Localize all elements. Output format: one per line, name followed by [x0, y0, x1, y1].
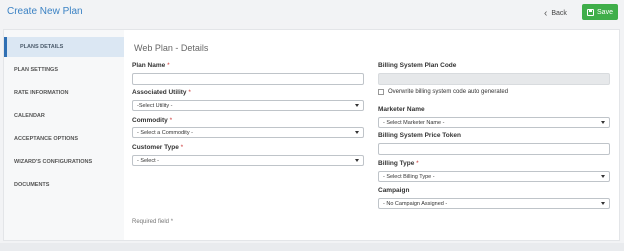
campaign-value: - No Campaign Assigned -	[383, 200, 448, 207]
marketer-name-label: Marketer Name	[378, 106, 425, 113]
required-field-note: Required field *	[132, 219, 174, 225]
caret-down-icon	[601, 202, 605, 205]
required-mark: *	[167, 62, 170, 69]
sidebar-item-plans-details[interactable]: PLANS DETAILS	[4, 37, 124, 57]
plan-form-card: PLANS DETAILS PLAN SETTINGS RATE INFORMA…	[3, 29, 620, 241]
billing-type-label-text: Billing Type	[378, 160, 415, 167]
sidebar-item-rate-information[interactable]: RATE INFORMATION	[4, 83, 124, 103]
customer-type-label: Customer Type *	[132, 144, 183, 151]
price-token-label: Billing System Price Token	[378, 132, 461, 139]
sidebar-item-label: RATE INFORMATION	[14, 90, 69, 96]
page-title: Create New Plan	[7, 6, 83, 17]
save-disk-icon	[587, 8, 595, 16]
overwrite-code-checkbox[interactable]	[378, 89, 384, 95]
plan-name-label-text: Plan Name	[132, 62, 166, 69]
sidebar-item-wizards-configurations[interactable]: WIZARD'S CONFIGURATIONS	[4, 152, 124, 172]
associated-utility-label-text: Associated Utility	[132, 89, 187, 96]
sidebar-item-label: CALENDAR	[14, 113, 45, 119]
sidebar-item-label: PLANS DETAILS	[20, 44, 64, 50]
plan-name-label: Plan Name *	[132, 62, 170, 69]
sidebar-item-acceptance-options[interactable]: ACCEPTANCE OPTIONS	[4, 129, 124, 149]
sidebar-item-label: PLAN SETTINGS	[14, 67, 59, 73]
sidebar-item-calendar[interactable]: CALENDAR	[4, 106, 124, 126]
associated-utility-select[interactable]: -Select Utility -	[132, 100, 364, 111]
commodity-value: - Select a Commodity -	[137, 129, 193, 136]
back-label: Back	[551, 10, 567, 17]
save-button[interactable]: Save	[582, 4, 618, 20]
associated-utility-value: -Select Utility -	[137, 102, 173, 109]
billing-type-label: Billing Type *	[378, 160, 419, 167]
required-mark: *	[180, 144, 184, 151]
required-mark: *	[169, 117, 173, 124]
customer-type-label-text: Customer Type	[132, 144, 179, 151]
form-content: Web Plan - Details Plan Name * Associate…	[124, 30, 619, 240]
caret-down-icon	[355, 104, 359, 107]
commodity-label: Commodity *	[132, 117, 172, 124]
bottom-strip	[0, 243, 624, 251]
commodity-select[interactable]: - Select a Commodity -	[132, 127, 364, 138]
campaign-label: Campaign	[378, 187, 410, 194]
caret-down-icon	[601, 175, 605, 178]
billing-plan-code-label: Billing System Plan Code	[378, 62, 457, 69]
save-label: Save	[597, 8, 613, 16]
sidebar-item-plan-settings[interactable]: PLAN SETTINGS	[4, 60, 124, 80]
customer-type-value: - Select -	[137, 157, 160, 164]
billing-type-select[interactable]: - Select Billing Type -	[378, 171, 610, 182]
associated-utility-label: Associated Utility *	[132, 89, 191, 96]
billing-plan-code-input	[378, 73, 610, 85]
back-button[interactable]: ‹ Back	[544, 6, 567, 21]
caret-down-icon	[355, 159, 359, 162]
chevron-left-icon: ‹	[544, 7, 548, 19]
marketer-name-select[interactable]: - Select Marketer Name -	[378, 117, 610, 128]
customer-type-select[interactable]: - Select -	[132, 155, 364, 166]
required-mark: *	[188, 89, 191, 96]
sidebar-item-label: WIZARD'S CONFIGURATIONS	[14, 159, 93, 165]
section-title: Web Plan - Details	[134, 43, 209, 53]
marketer-name-value: - Select Marketer Name -	[383, 119, 445, 126]
sidebar-nav: PLANS DETAILS PLAN SETTINGS RATE INFORMA…	[4, 30, 124, 240]
overwrite-code-row: Overwrite billing system code auto gener…	[378, 89, 508, 95]
page-header: Create New Plan ‹ Back Save	[0, 0, 624, 27]
sidebar-item-label: DOCUMENTS	[14, 182, 50, 188]
caret-down-icon	[601, 121, 605, 124]
caret-down-icon	[355, 131, 359, 134]
sidebar-item-label: ACCEPTANCE OPTIONS	[14, 136, 79, 142]
overwrite-code-label: Overwrite billing system code auto gener…	[388, 89, 509, 95]
plan-name-input[interactable]	[132, 73, 364, 85]
commodity-label-text: Commodity	[132, 117, 168, 124]
billing-type-value: - Select Billing Type -	[383, 173, 435, 180]
sidebar-item-documents[interactable]: DOCUMENTS	[4, 175, 124, 195]
campaign-select[interactable]: - No Campaign Assigned -	[378, 198, 610, 209]
price-token-input[interactable]	[378, 143, 610, 155]
required-mark: *	[416, 160, 419, 167]
